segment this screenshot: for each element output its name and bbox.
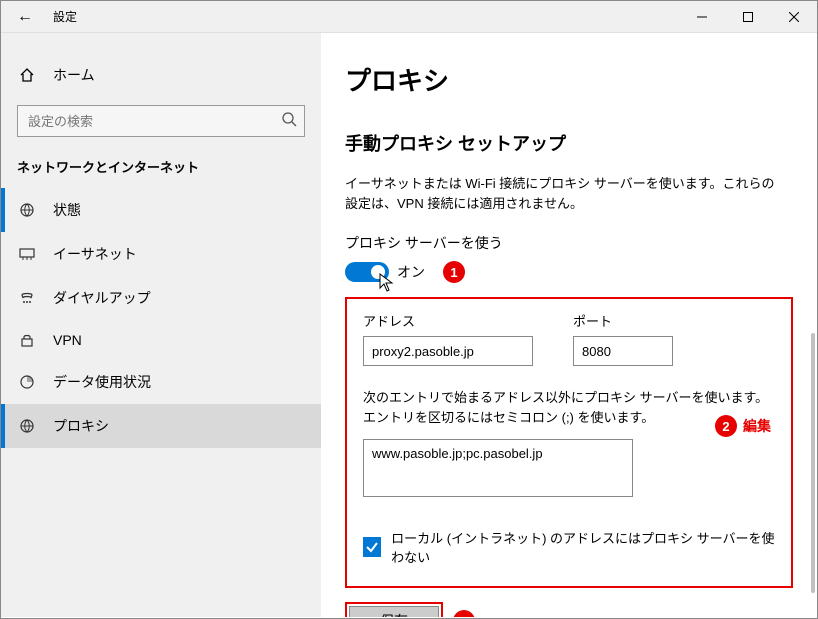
dialup-icon <box>17 290 37 306</box>
home-label: ホーム <box>53 65 95 85</box>
home-link[interactable]: ホーム <box>1 57 321 93</box>
nav-label: データ使用状況 <box>53 372 151 392</box>
nav-label: プロキシ <box>53 416 109 436</box>
search-input[interactable] <box>17 105 305 137</box>
nav-label: ダイヤルアップ <box>53 288 151 308</box>
address-input[interactable] <box>363 336 533 366</box>
nav-data-usage[interactable]: データ使用状況 <box>1 360 321 404</box>
category-heading: ネットワークとインターネット <box>1 157 321 188</box>
vpn-icon <box>17 332 37 348</box>
sidebar: ホーム ネットワークとインターネット 状態 イーサネット ダイヤルアップ <box>1 33 321 617</box>
exceptions-help: 次のエントリで始まるアドレス以外にプロキシ サーバーを使います。エントリを区切る… <box>363 388 775 427</box>
scrollbar[interactable] <box>811 333 815 593</box>
titlebar: ← 設定 <box>1 1 817 33</box>
annotation-2-label: 編集 <box>743 416 771 436</box>
save-annotation-box: 保存 <box>345 602 443 617</box>
status-icon <box>17 202 37 218</box>
port-label: ポート <box>573 311 673 330</box>
annotation-badge-3: 3 <box>453 610 475 617</box>
edit-box-annotation: アドレス ポート 次のエントリで始まるアドレス以外にプロキシ サーバーを使います… <box>345 297 793 588</box>
back-button[interactable]: ← <box>1 8 49 26</box>
save-button[interactable]: 保存 <box>349 606 439 617</box>
proxy-toggle[interactable] <box>345 262 389 282</box>
home-icon <box>17 67 37 83</box>
nav-label: イーサネット <box>53 244 137 264</box>
section-description: イーサネットまたは Wi-Fi 接続にプロキシ サーバーを使います。これらの設定… <box>345 174 775 213</box>
local-bypass-checkbox[interactable] <box>363 537 381 557</box>
annotation-badge-2: 2 <box>715 415 737 437</box>
nav-label: 状態 <box>53 200 81 220</box>
section-heading: 手動プロキシ セットアップ <box>345 130 793 156</box>
search-icon <box>281 111 297 132</box>
exceptions-input[interactable] <box>363 439 633 497</box>
ethernet-icon <box>17 246 37 262</box>
port-input[interactable] <box>573 336 673 366</box>
search-box <box>17 105 305 137</box>
window-title: 設定 <box>49 8 77 25</box>
nav-status[interactable]: 状態 <box>1 188 321 232</box>
nav-ethernet[interactable]: イーサネット <box>1 232 321 276</box>
minimize-button[interactable] <box>679 1 725 33</box>
nav-vpn[interactable]: VPN <box>1 320 321 360</box>
nav-proxy[interactable]: プロキシ <box>1 404 321 448</box>
page-title: プロキシ <box>345 61 793 98</box>
toggle-state-label: オン <box>397 262 425 282</box>
toggle-heading: プロキシ サーバーを使う <box>345 233 793 253</box>
annotation-badge-1: 1 <box>443 261 465 283</box>
nav-label: VPN <box>53 332 82 348</box>
data-usage-icon <box>17 374 37 390</box>
annotation-2: 2 編集 <box>715 415 771 437</box>
proxy-icon <box>17 418 37 434</box>
checkbox-label: ローカル (イントラネット) のアドレスにはプロキシ サーバーを使わない <box>391 528 775 566</box>
maximize-button[interactable] <box>725 1 771 33</box>
address-label: アドレス <box>363 311 533 330</box>
nav-dialup[interactable]: ダイヤルアップ <box>1 276 321 320</box>
main-content: プロキシ 手動プロキシ セットアップ イーサネットまたは Wi-Fi 接続にプロ… <box>321 33 817 617</box>
close-button[interactable] <box>771 1 817 33</box>
